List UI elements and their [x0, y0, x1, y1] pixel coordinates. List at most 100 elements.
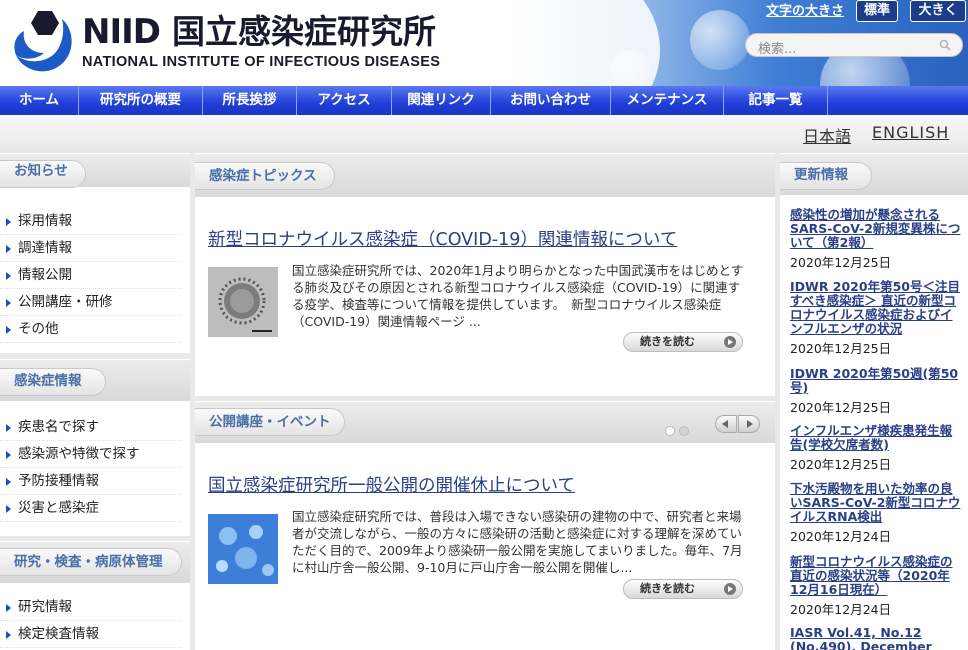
- event-article-title[interactable]: 国立感染症研究所一般公開の開催休止について: [208, 472, 575, 497]
- update-date: 2020年12月25日: [790, 457, 892, 472]
- header-bubble: [690, 10, 750, 70]
- nav-item-access[interactable]: アクセス: [297, 86, 392, 115]
- arrow-right-icon: [6, 478, 11, 486]
- research-panel: 研究・検査・病原体管理 研究情報 検定検査情報: [0, 541, 190, 650]
- language-japanese-link[interactable]: 日本語: [803, 123, 851, 147]
- disease-info-panel: 感染症情報 疾患名で探す 感染源や特徴で探す 予防接種情報 災害と感染症: [0, 359, 190, 536]
- arrow-right-icon: [6, 451, 11, 459]
- niid-logo-icon[interactable]: [10, 9, 76, 75]
- nav-item-about[interactable]: 研究所の概要: [79, 86, 203, 115]
- disease-item-by-source[interactable]: 感染源や特徴で探す: [0, 441, 182, 468]
- disease-info-list: 疾患名で探す 感染源や特徴で探す 予防接種情報 災害と感染症: [0, 414, 182, 522]
- update-date: 2020年12月25日: [790, 255, 892, 270]
- disease-item-vaccination[interactable]: 予防接種情報: [0, 468, 182, 495]
- update-item[interactable]: 感染性の増加が懸念されるSARS-CoV-2新規変異株について（第2報） 202…: [790, 208, 962, 271]
- header-bubble: [610, 50, 650, 86]
- update-title[interactable]: IASR Vol.41, No.12 (No.490), December 20…: [790, 626, 962, 650]
- arrow-right-icon: [6, 631, 11, 639]
- nav-item-maintenance[interactable]: メンテナンス: [611, 86, 724, 115]
- language-english-link[interactable]: ENGLISH: [872, 123, 949, 142]
- update-title[interactable]: IDWR 2020年第50週(第50号): [790, 367, 962, 395]
- update-date: 2020年12月24日: [790, 529, 892, 544]
- news-title: お知らせ: [14, 163, 68, 179]
- arrow-right-icon: [6, 505, 11, 513]
- arrow-right-icon: [6, 299, 11, 307]
- arrow-right-icon: [6, 218, 11, 226]
- carousel-dot[interactable]: [679, 426, 689, 436]
- events-title: 公開講座・イベント: [209, 414, 331, 430]
- news-item-disclosure[interactable]: 情報公開: [0, 262, 182, 289]
- update-title[interactable]: IDWR 2020年第50号＜注目すべき感染症＞ 直近の新型コロナウイルス感染症…: [790, 280, 962, 336]
- arrow-right-icon: [6, 326, 11, 334]
- update-item[interactable]: 新型コロナウイルス感染症の直近の感染状況等（2020年12月16日現在） 202…: [790, 555, 962, 618]
- nav-item-contact[interactable]: お問い合わせ: [491, 86, 611, 115]
- news-item-procurement[interactable]: 調達情報: [0, 235, 182, 262]
- logo-japanese-name[interactable]: 国立感染症研究所: [172, 12, 436, 52]
- main-navigation: ホーム 研究所の概要 所長挨拶 アクセス 関連リンク お問い合わせ メンテナンス…: [0, 86, 968, 115]
- read-more-label: 続きを読む: [640, 582, 695, 595]
- news-item-other[interactable]: その他: [0, 316, 182, 343]
- news-item-lectures[interactable]: 公開講座・研修: [0, 289, 182, 316]
- update-title[interactable]: 感染性の増加が懸念されるSARS-CoV-2新規変異株について（第2報）: [790, 208, 962, 250]
- font-size-standard-button[interactable]: 標準: [856, 0, 898, 22]
- update-date: 2020年12月24日: [790, 602, 892, 617]
- arrow-right-icon: [6, 604, 11, 612]
- carousel-dot-active[interactable]: [665, 426, 675, 436]
- update-item[interactable]: IDWR 2020年第50週(第50号) 2020年12月25日: [790, 367, 962, 416]
- events-panel: 公開講座・イベント 国立感染症研究所一般公開の開催休止について 国立感染症研究所…: [195, 401, 775, 650]
- font-size-large-button[interactable]: 大きく: [910, 0, 966, 22]
- arrow-right-icon: [6, 272, 11, 280]
- disease-info-header: 感染症情報: [0, 359, 190, 401]
- topic-read-more-button[interactable]: 続きを読む: [623, 332, 743, 352]
- search-input[interactable]: 検索...: [745, 33, 963, 57]
- news-list: 採用情報 調達情報 情報公開 公開講座・研修 その他: [0, 208, 182, 343]
- carousel-next-button[interactable]: [738, 415, 760, 433]
- disease-item-disaster[interactable]: 災害と感染症: [0, 495, 182, 522]
- update-item[interactable]: 下水汚殿物を用いた効率の良いSARS-CoV-2新型コロナウイルスRNA検出 2…: [790, 482, 962, 545]
- research-item-inspection[interactable]: 検定検査情報: [0, 621, 182, 648]
- coronavirus-thumbnail[interactable]: [208, 267, 278, 337]
- news-header: お知らせ: [0, 153, 190, 188]
- news-item-recruit[interactable]: 採用情報: [0, 208, 182, 235]
- update-title[interactable]: 新型コロナウイルス感染症の直近の感染状況等（2020年12月16日現在）: [790, 555, 962, 597]
- font-size-label: 文字の大きさ: [766, 4, 845, 19]
- nav-item-greeting[interactable]: 所長挨拶: [203, 86, 297, 115]
- arrow-right-icon: [6, 245, 11, 253]
- update-item[interactable]: インフルエンザ様疾患発生報告(学校欠席者数) 2020年12月25日: [790, 424, 962, 473]
- arrow-right-icon: [724, 583, 736, 595]
- update-item[interactable]: IDWR 2020年第50号＜注目すべき感染症＞ 直近の新型コロナウイルス感染症…: [790, 280, 962, 357]
- event-read-more-button[interactable]: 続きを読む: [623, 579, 743, 599]
- research-item-info[interactable]: 研究情報: [0, 594, 182, 621]
- arrow-right-icon: [724, 336, 736, 348]
- events-header: 公開講座・イベント: [195, 401, 775, 443]
- research-list: 研究情報 検定検査情報: [0, 594, 182, 648]
- topics-panel: 感染症トピックス 新型コロナウイルス感染症（COVID-19）関連情報について …: [195, 153, 775, 396]
- updates-title: 更新情報: [794, 167, 848, 183]
- update-item[interactable]: IASR Vol.41, No.12 (No.490), December 20…: [790, 626, 962, 650]
- update-date: 2020年12月25日: [790, 341, 892, 356]
- update-date: 2020年12月25日: [790, 400, 892, 415]
- read-more-label: 続きを読む: [640, 335, 695, 348]
- update-title[interactable]: インフルエンザ様疾患発生報告(学校欠席者数): [790, 424, 962, 452]
- topic-article-body: 国立感染症研究所では、2020年1月より明らかとなった中国武漢市をはじめとする肺…: [292, 263, 744, 329]
- nav-item-article-list[interactable]: 記事一覧: [724, 86, 828, 115]
- nav-item-home[interactable]: ホーム: [0, 86, 79, 115]
- language-bar: 日本語 ENGLISH: [0, 115, 968, 153]
- topics-header: 感染症トピックス: [195, 153, 775, 197]
- topics-title: 感染症トピックス: [209, 168, 317, 184]
- search-icon[interactable]: [939, 39, 951, 51]
- disease-item-by-name[interactable]: 疾患名で探す: [0, 414, 182, 441]
- logo-english-name[interactable]: NATIONAL INSTITUTE OF INFECTIOUS DISEASE…: [82, 54, 440, 70]
- carousel-prev-button[interactable]: [715, 415, 737, 433]
- research-header: 研究・検査・病原体管理: [0, 541, 190, 583]
- topic-article-title[interactable]: 新型コロナウイルス感染症（COVID-19）関連情報について: [208, 226, 677, 251]
- logo-niid-text[interactable]: NIID: [82, 12, 161, 52]
- arrow-right-icon: [6, 424, 11, 432]
- update-title[interactable]: 下水汚殿物を用いた効率の良いSARS-CoV-2新型コロナウイルスRNA検出: [790, 482, 962, 524]
- arrow-right-icon: [747, 420, 753, 428]
- updates-panel: 更新情報 感染性の増加が懸念されるSARS-CoV-2新規変異株について（第2報…: [780, 153, 968, 650]
- event-article-body: 国立感染症研究所では、普段は入場できない感染研の建物の中で、研究者と来場者が交流…: [292, 509, 743, 575]
- virus-thumbnail[interactable]: [208, 514, 278, 584]
- arrow-left-icon: [722, 420, 728, 428]
- nav-item-links[interactable]: 関連リンク: [392, 86, 491, 115]
